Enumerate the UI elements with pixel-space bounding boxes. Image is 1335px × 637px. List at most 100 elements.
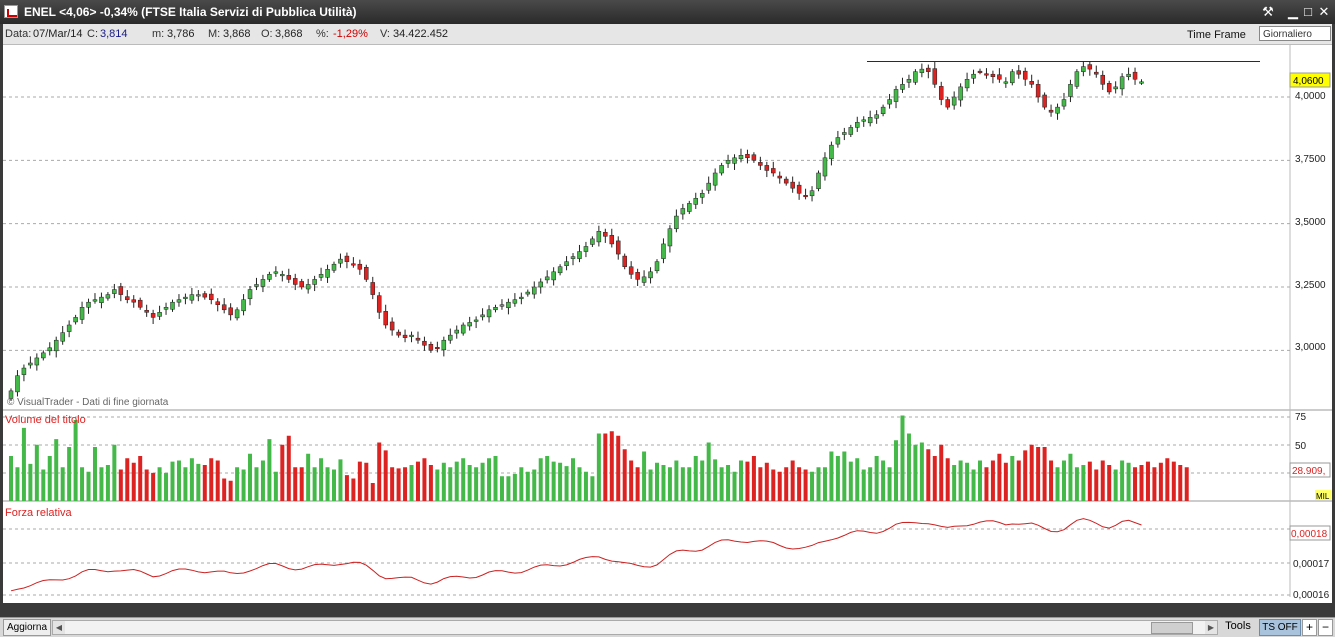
volume-bar	[726, 465, 731, 501]
candle-body	[280, 274, 285, 277]
candle-body	[499, 304, 505, 307]
volume-bar	[80, 467, 85, 501]
candle-body	[260, 279, 266, 287]
volume-bar	[176, 460, 181, 501]
chart-svg[interactable]: Ott 10 21 Nov 12 21 Dic 11 20 14 9 20 29 Feb 12 21 Mar 12…	[3, 45, 1332, 614]
volume-bar	[642, 451, 647, 501]
x-axis-label: 21	[124, 602, 136, 603]
scroll-left-icon[interactable]: ◀	[53, 621, 65, 634]
candle-body	[428, 344, 434, 351]
x-axis-label: 13	[1232, 602, 1244, 603]
volume-bar	[241, 469, 246, 501]
volume-bar	[512, 474, 517, 501]
last-price-value: 4,0600	[1293, 76, 1324, 87]
x-axis-label: Mag	[1171, 602, 1192, 603]
volume-bar	[532, 469, 537, 501]
volume-bar	[551, 461, 556, 501]
volume-bar	[15, 467, 20, 501]
volume-bar	[629, 460, 634, 501]
candle-body	[344, 255, 350, 262]
volume-bar	[803, 469, 808, 501]
candle-body	[577, 251, 582, 259]
volume-bar	[1055, 467, 1060, 501]
volume-bar	[306, 453, 311, 501]
volume-bar	[661, 465, 666, 501]
candle-body	[273, 271, 279, 274]
ts-off-button[interactable]: TS OFF	[1259, 619, 1301, 636]
volume-bar	[499, 476, 504, 501]
volume-bar	[60, 467, 65, 501]
candle-body	[532, 286, 537, 295]
candle-body	[699, 193, 705, 198]
volume-bar	[21, 427, 26, 501]
x-axis-label: 20	[478, 602, 490, 603]
volume-bar	[596, 433, 601, 501]
candle-body	[738, 155, 744, 160]
candle-body	[467, 322, 472, 327]
candle-body	[822, 157, 828, 177]
close-icon[interactable]: ✕	[1314, 4, 1334, 20]
candle-body	[1035, 84, 1041, 98]
chart-area[interactable]: Ott 10 21 Nov 12 21 Dic 11 20 14 9 20 29 Feb 12 21 Mar 12…	[3, 45, 1332, 614]
pct-value: -1,29%	[333, 28, 368, 40]
candle-body	[144, 310, 149, 313]
candle-body	[228, 307, 233, 316]
candle-body	[286, 275, 292, 280]
candle-body	[99, 296, 104, 303]
candle-body	[583, 246, 589, 252]
volume-bar	[454, 461, 459, 501]
volume-bar	[680, 467, 685, 501]
volume-bar	[286, 435, 291, 501]
volume-bar	[415, 461, 420, 501]
candle-body	[525, 291, 531, 295]
volume-bar	[235, 467, 240, 501]
horizontal-scrollbar[interactable]: ◀ ▶	[52, 620, 1218, 635]
volume-bar	[603, 433, 608, 501]
candle-body	[680, 208, 686, 215]
candle-body	[15, 375, 20, 393]
candle-body	[971, 73, 976, 79]
volume-bar	[874, 456, 879, 501]
candle-body	[364, 266, 369, 280]
volume-panel-title: Volume del titolo	[5, 414, 86, 426]
volume-bar	[1023, 450, 1028, 501]
open-label: O:	[261, 28, 273, 40]
candle-body	[131, 299, 136, 303]
candle-body	[842, 132, 847, 135]
scroll-right-icon[interactable]: ▶	[1205, 621, 1217, 634]
volume-bar	[138, 456, 143, 501]
volume-label: V:	[380, 28, 390, 40]
volume-bar	[1139, 465, 1144, 501]
volume-bar	[435, 469, 440, 501]
volume-bar	[797, 467, 802, 501]
wrench-icon[interactable]: ⚒	[1258, 4, 1278, 20]
zoom-out-button[interactable]: −	[1318, 619, 1333, 636]
volume-bar	[105, 465, 110, 501]
x-axis-label: 12	[902, 602, 914, 603]
scroll-thumb[interactable]	[1151, 622, 1193, 634]
volume-bar	[1010, 456, 1015, 501]
title-bar: ENEL <4,06> -0,34% (FTSE Italia Servizi …	[0, 0, 1335, 24]
volume-bar	[248, 453, 253, 501]
volume-bar	[396, 468, 401, 501]
tools-button[interactable]: Tools	[1224, 619, 1252, 634]
timeframe-select[interactable]: Giornaliero	[1259, 26, 1331, 41]
candle-body	[241, 299, 246, 312]
candle-body	[667, 228, 673, 247]
candle-body	[460, 324, 466, 334]
candle-body	[493, 307, 498, 311]
rs-panel-title: Forza relativa	[5, 507, 73, 519]
volume-bar	[926, 449, 931, 501]
volume-bar	[390, 467, 395, 501]
zoom-in-button[interactable]: +	[1302, 619, 1317, 636]
candle-body	[874, 114, 879, 119]
volume-bar	[487, 458, 492, 501]
candle-body	[1126, 73, 1131, 77]
refresh-button[interactable]: Aggiorna	[3, 619, 51, 636]
candle-body	[628, 266, 634, 275]
candle-body	[906, 79, 912, 83]
candle-body	[234, 309, 240, 319]
candle-body	[867, 117, 873, 124]
candle-body	[415, 337, 421, 341]
candle-body	[473, 319, 479, 322]
